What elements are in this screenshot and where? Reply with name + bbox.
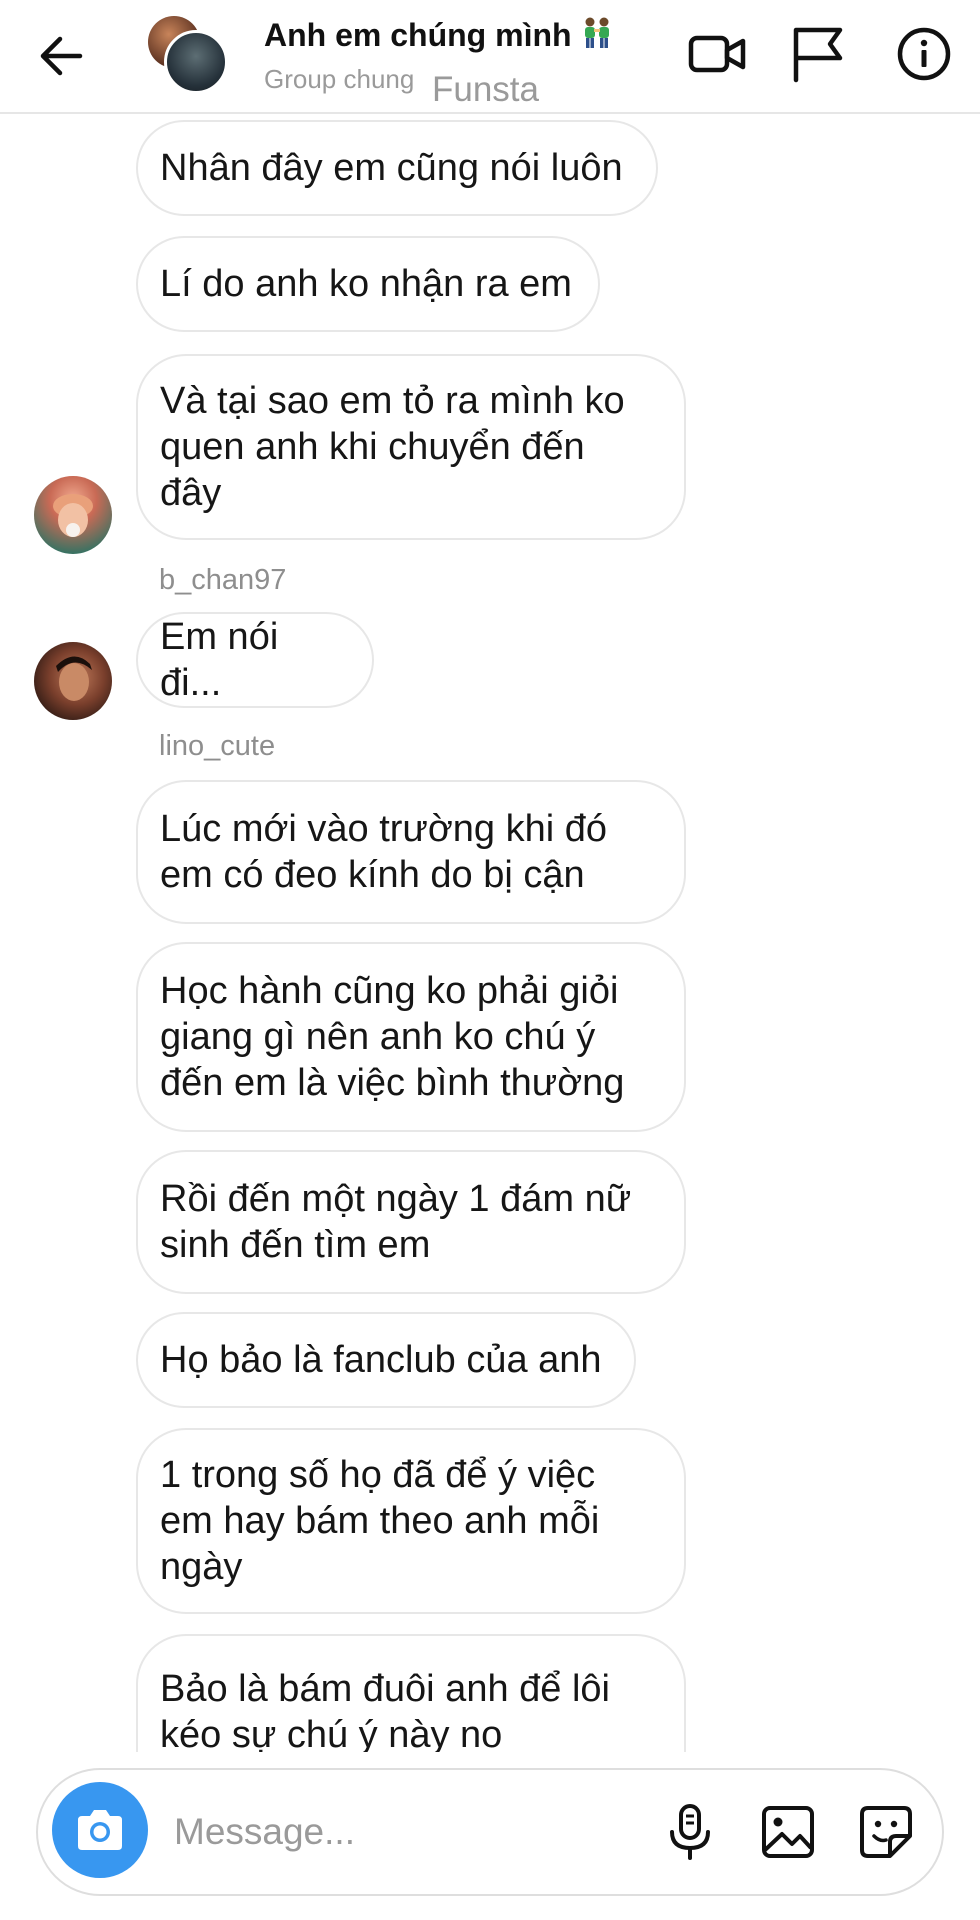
message-input[interactable] [174, 1804, 674, 1860]
message-text: Lí do anh ko nhận ra em [160, 263, 572, 305]
sender-avatar[interactable] [34, 476, 112, 554]
gallery-button[interactable] [756, 1800, 820, 1864]
message-text: Và tại sao em tỏ ra mình ko quen anh khi… [160, 380, 625, 514]
message-bubble[interactable]: Bảo là bám đuôi anh để lôi kéo sự chú ý … [136, 1634, 686, 1752]
message-bubble[interactable]: Lúc mới vào trường khi đó em có đeo kính… [136, 780, 686, 924]
gallery-icon [762, 1806, 814, 1858]
message-text: Nhân đây em cũng nói luôn [160, 147, 623, 189]
message-text: 1 trong số họ đã để ý việc em hay bám th… [160, 1454, 600, 1588]
message-thread[interactable]: Nhân đây em cũng nói luôn Lí do anh ko n… [0, 116, 980, 1752]
back-button[interactable] [30, 24, 94, 88]
video-camera-icon [688, 35, 746, 73]
chat-header: Anh em chúng mình Group chung Funsta [0, 0, 980, 114]
sticker-button[interactable] [854, 1800, 918, 1864]
member-avatar [164, 30, 228, 94]
message-text: Rồi đến một ngày 1 đám nữ sinh đến tìm e… [160, 1178, 632, 1266]
two-men-icon [580, 16, 614, 58]
report-button[interactable] [786, 22, 850, 86]
video-call-button[interactable] [686, 22, 750, 86]
info-icon [897, 27, 951, 81]
message-bubble[interactable]: Rồi đến một ngày 1 đám nữ sinh đến tìm e… [136, 1150, 686, 1294]
group-avatar[interactable] [148, 16, 228, 94]
chat-subtitle: Group chung [264, 64, 415, 94]
info-button[interactable] [892, 22, 956, 86]
sender-username: b_chan97 [159, 564, 287, 596]
message-bubble[interactable]: Họ bảo là fanclub của anh [136, 1312, 636, 1408]
message-bubble[interactable]: 1 trong số họ đã để ý việc em hay bám th… [136, 1428, 686, 1614]
watermark: Funsta [432, 70, 539, 109]
flag-icon [793, 27, 843, 83]
sender-avatar[interactable] [34, 642, 112, 720]
camera-icon [78, 1810, 122, 1850]
message-text: Lúc mới vào trường khi đó em có đeo kính… [160, 808, 608, 896]
message-bubble[interactable]: Em nói đi... [136, 612, 374, 708]
sticker-icon [860, 1806, 912, 1858]
chat-title[interactable]: Anh em chúng mình [264, 16, 614, 58]
message-text: Em nói đi... [160, 616, 279, 704]
message-bubble[interactable]: Học hành cũng ko phải giỏi giang gì nên … [136, 942, 686, 1132]
message-text: Bảo là bám đuôi anh để lôi kéo sự chú ý … [160, 1668, 610, 1752]
message-composer [36, 1768, 944, 1896]
camera-button[interactable] [52, 1782, 148, 1878]
message-bubble[interactable]: Lí do anh ko nhận ra em [136, 236, 600, 332]
message-bubble[interactable]: Nhân đây em cũng nói luôn [136, 120, 658, 216]
message-text: Họ bảo là fanclub của anh [160, 1339, 602, 1381]
voice-message-button[interactable] [658, 1800, 722, 1864]
message-text: Học hành cũng ko phải giỏi giang gì nên … [160, 970, 625, 1104]
microphone-icon [670, 1804, 710, 1860]
message-bubble[interactable]: Và tại sao em tỏ ra mình ko quen anh khi… [136, 354, 686, 540]
back-arrow-icon [40, 36, 83, 76]
chat-title-text: Anh em chúng mình [264, 17, 572, 53]
sender-username: lino_cute [159, 730, 276, 762]
